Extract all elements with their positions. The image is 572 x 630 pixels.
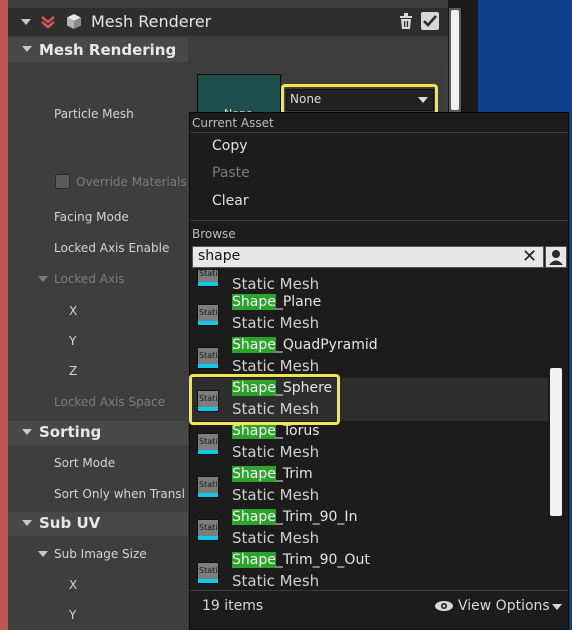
override-materials-checkbox[interactable] [55, 174, 70, 189]
locked-axis-y-label: Y [69, 334, 77, 348]
locked-axis-x-label: X [69, 304, 78, 318]
static-mesh-icon: Stati [197, 476, 219, 498]
locked-axis-z-label: Z [69, 364, 78, 378]
expand-arrow-icon[interactable] [22, 46, 32, 52]
module-title: Mesh Renderer [91, 12, 212, 31]
section-title: Sorting [39, 423, 102, 441]
section-title: Mesh Rendering [39, 41, 177, 59]
browse-heading: Browse [192, 227, 236, 241]
expand-arrow-icon[interactable] [38, 276, 48, 282]
asset-type: Static Mesh [232, 572, 320, 588]
list-item[interactable]: Stati Shape_Trim_90_Out Static Mesh [192, 550, 548, 588]
static-mesh-icon: Stati [197, 433, 219, 455]
sort-only-label: Sort Only when Transl [54, 487, 185, 501]
asset-name: Shape_QuadPyramid [232, 337, 378, 353]
asset-name: Shape_Torus [232, 423, 320, 439]
dropdown-arrow-icon[interactable] [418, 97, 428, 103]
locked-axis-enable-label: Locked Axis Enable [54, 241, 170, 255]
expand-arrow-icon[interactable] [22, 520, 32, 526]
expand-arrow-icon[interactable] [22, 429, 32, 435]
override-materials-label: Override Materials [76, 175, 187, 189]
divider [190, 132, 568, 133]
item-count: 19 items [202, 598, 264, 614]
view-options-arrow-icon[interactable] [552, 604, 562, 610]
clear-search-icon[interactable]: ✕ [522, 247, 537, 267]
static-mesh-icon: Stati [197, 519, 219, 541]
divider [190, 220, 568, 221]
locked-axis-label: Locked Axis [54, 272, 125, 286]
eye-icon[interactable] [434, 600, 454, 612]
cube-icon [67, 14, 81, 29]
chevron-down-icon [41, 16, 55, 29]
asset-name: Shape_Trim [232, 466, 313, 482]
checkmark-icon [423, 15, 437, 27]
paste-menu-item[interactable]: Paste [212, 165, 250, 181]
asset-type: Static Mesh [232, 357, 320, 375]
person-icon [549, 250, 563, 265]
sort-mode-label: Sort Mode [54, 456, 116, 470]
static-mesh-icon: Stati [197, 347, 219, 369]
static-mesh-icon: Stati [197, 270, 219, 287]
asset-search-input[interactable] [192, 246, 544, 268]
asset-type: Static Mesh [232, 443, 320, 461]
sub-image-size-label: Sub Image Size [54, 547, 147, 561]
static-mesh-icon: Stati [197, 562, 219, 584]
asset-list[interactable]: Stati Static Mesh Stati Shape_Plane Stat… [192, 270, 548, 588]
selection-highlight [189, 374, 340, 425]
list-item[interactable]: Stati Shape_Plane Static Mesh [192, 292, 548, 335]
copy-menu-item[interactable]: Copy [212, 138, 248, 154]
list-item[interactable]: Stati Shape_Trim_90_In Static Mesh [192, 507, 548, 550]
mesh-dropdown-value: None [290, 92, 322, 106]
trash-icon[interactable] [398, 12, 414, 30]
asset-type: Static Mesh [232, 314, 320, 332]
asset-list-scrollbar[interactable] [550, 368, 562, 516]
current-asset-heading: Current Asset [192, 116, 274, 130]
asset-name: Shape_Trim_90_In [232, 509, 358, 525]
list-item[interactable]: Stati Shape_QuadPyramid Static Mesh [192, 335, 548, 378]
asset-name: Shape_Plane [232, 294, 322, 310]
asset-name: Shape_Trim_90_Out [232, 552, 370, 568]
list-item[interactable]: Stati Shape_Torus Static Mesh [192, 421, 548, 464]
expand-arrow-icon[interactable] [38, 551, 48, 557]
clear-menu-item[interactable]: Clear [212, 193, 249, 209]
enable-checkbox[interactable] [421, 12, 439, 30]
particle-mesh-label: Particle Mesh [54, 107, 134, 121]
panel-edge-strip [0, 0, 8, 630]
asset-type: Static Mesh [232, 275, 320, 293]
collapse-arrow-icon[interactable] [21, 19, 31, 25]
sub-image-y-label: Y [69, 608, 77, 622]
locked-axis-space-label: Locked Axis Space [54, 395, 166, 409]
static-mesh-icon: Stati [197, 304, 219, 326]
filter-user-button[interactable] [545, 246, 567, 268]
list-item[interactable]: Stati Shape_Trim Static Mesh [192, 464, 548, 507]
section-title: Sub UV [39, 514, 101, 532]
divider [190, 590, 568, 591]
asset-type: Static Mesh [232, 486, 320, 504]
facing-mode-label: Facing Mode [54, 210, 129, 224]
details-scrollbar-thumb[interactable] [451, 10, 459, 110]
sub-image-x-label: X [69, 578, 78, 592]
view-options-button[interactable]: View Options [458, 598, 550, 614]
search-text: shape [198, 248, 241, 264]
asset-type: Static Mesh [232, 529, 320, 547]
